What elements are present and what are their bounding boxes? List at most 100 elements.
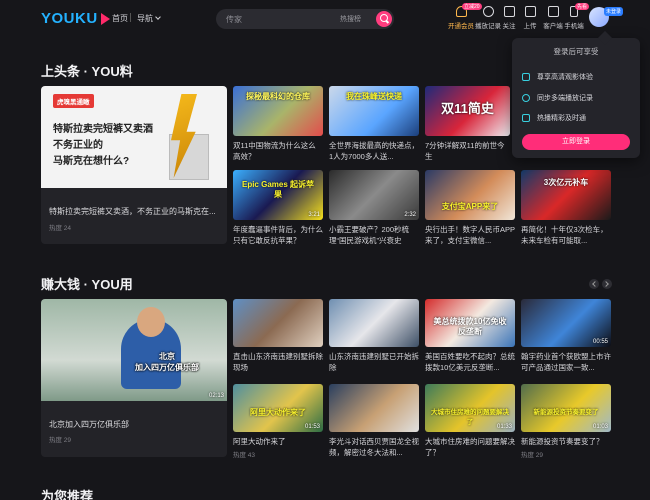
video-title[interactable]: 新能源投资节奏要变了？ <box>521 436 611 447</box>
caption-line: 北京 <box>159 352 175 361</box>
nav-home-link[interactable]: 首页 <box>112 13 128 24</box>
search-input[interactable]: 传家 <box>226 14 242 25</box>
youku-logo[interactable]: YOUKU <box>41 10 110 27</box>
search-bar: 传家 热搜榜 <box>216 9 394 29</box>
video-duration: 02:13 <box>208 393 224 399</box>
video-duration: 01:33 <box>496 424 512 430</box>
feature-caption: 北京 加入四万亿俱乐部 <box>119 351 215 373</box>
video-card[interactable]: 阿里大动作来了 01:53 阿里大动作来了 热度 43 <box>233 384 323 459</box>
popover-item: 同步多端播放记录 <box>522 93 593 103</box>
video-title[interactable]: 7分钟详解双11的前世今生 <box>425 140 510 162</box>
sync-icon <box>522 94 530 102</box>
popover-item-label: 尊享高清观影体验 <box>537 74 593 81</box>
video-thumbnail: 2:32 <box>329 170 419 220</box>
video-thumbnail: 00:55 <box>521 299 611 347</box>
login-popover: 登录后可享受 尊享高清观影体验 同步多端播放记录 热播精彩及时通 立即登录 <box>512 38 640 158</box>
section-title-finance[interactable]: 赚大钱 · YOU用 <box>41 274 133 293</box>
video-thumbnail: 美总统拨款10亿免收反垄断 <box>425 299 515 347</box>
section-title-recommended[interactable]: 为您推荐 <box>41 486 93 500</box>
video-title[interactable]: 双11中国物流为什么这么高效？ <box>233 140 323 162</box>
mobile-label: 手机端 <box>564 23 584 30</box>
feature-heat: 热度 29 <box>49 437 72 444</box>
video-card[interactable]: 3次亿元补车 再简化！十年仅3次检车，未来车检有可能取... <box>521 170 611 246</box>
video-title[interactable]: 直击山东济南违建别墅拆除现场 <box>233 351 323 373</box>
thumbnail-caption: 3次亿元补车 <box>543 178 589 187</box>
video-card[interactable]: 2:32 小霸王要破产？200秒梳理“国民游戏机”兴衰史 <box>329 170 419 246</box>
video-title[interactable]: 大城市住房难的问题要解决了？ <box>425 436 515 458</box>
video-card[interactable]: 美总统拨款10亿免收反垄断 美国百姓要吃不起肉？总统拨款10亿美元反垄断... <box>425 299 515 373</box>
video-title[interactable]: 小霸王要破产？200秒梳理“国民游戏机”兴衰史 <box>329 224 419 246</box>
search-icon[interactable] <box>376 11 392 27</box>
clock-icon <box>482 6 494 17</box>
chevron-left-icon[interactable] <box>589 279 599 289</box>
video-card[interactable]: 直击山东济南违建别墅拆除现场 <box>233 299 323 373</box>
nav-guide-menu[interactable]: 导航 <box>137 13 161 24</box>
popover-item-label: 热播精彩及时通 <box>537 115 586 122</box>
feature-title[interactable]: 北京加入四万亿俱乐部 <box>49 419 129 430</box>
video-title[interactable]: 再简化！十年仅3次检车，未来车检有可能取... <box>521 224 611 246</box>
thumbnail-caption: 双11简史 <box>441 101 494 116</box>
video-card[interactable]: Epic Games 起诉苹果 3:21 年度蠢逼事件背后，为什么只有它敢反抗苹果… <box>233 170 323 246</box>
video-title[interactable]: 美国百姓要吃不起肉？总统拨款10亿美元反垄断... <box>425 351 515 373</box>
thumbnail-caption: Epic Games 起诉苹果 <box>241 180 315 199</box>
video-thumbnail: 我在珠峰送快递 <box>329 86 419 136</box>
vip-label: 开通会员 <box>448 23 474 30</box>
headline-line: 不务正业的 <box>53 140 103 151</box>
feature-card[interactable]: 虎嗅黑通瞰 特斯拉卖完短裤又卖酒 不务正业的 马斯克在想什么? 特斯拉卖完短裤又… <box>41 86 227 244</box>
video-thumbnail <box>329 299 419 347</box>
video-title[interactable]: 李光斗对话西贝贾国龙全视频，解密过冬大法和... <box>329 436 419 458</box>
hot-search-link[interactable]: 热搜榜 <box>340 14 361 24</box>
video-duration: 3:21 <box>308 212 320 218</box>
popover-item: 尊享高清观影体验 <box>522 72 593 82</box>
popover-item-label: 同步多端播放记录 <box>537 95 593 102</box>
video-title[interactable]: 全世界海拔最高的快递点，1人为7000多人送... <box>329 140 419 162</box>
video-duration: 01:03 <box>592 424 608 430</box>
feature-title[interactable]: 特斯拉卖完短裤又卖酒，不务正业的马斯克在... <box>49 206 216 217</box>
mobile-badge: 先看 <box>575 3 590 10</box>
video-card[interactable]: 00:55 翰宇药业首个获欧盟上市许可产品通过国家一致... <box>521 299 611 373</box>
feature-heat: 热度 24 <box>49 225 72 232</box>
video-card[interactable]: 双11简史 7分钟详解双11的前世今生 <box>425 86 510 162</box>
person-head <box>137 307 165 337</box>
section-title-headlines[interactable]: 上头条 · YOU料 <box>41 61 133 80</box>
video-duration: 2:32 <box>404 212 416 218</box>
video-title[interactable]: 年度蠢逼事件背后，为什么只有它敢反抗苹果？ <box>233 224 323 246</box>
popover-item: 热播精彩及时通 <box>522 113 586 123</box>
mobile-button[interactable]: 手机端 先看 <box>560 3 590 30</box>
nav-guide-label: 导航 <box>137 14 153 23</box>
feature-card[interactable]: 北京 加入四万亿俱乐部 02:13 北京加入四万亿俱乐部 热度 29 <box>41 299 227 457</box>
video-title[interactable]: 央行出手！数字人民币APP来了，支付宝微信... <box>425 224 515 246</box>
video-title[interactable]: 山东济南违建别墅已开始拆除 <box>329 351 419 373</box>
video-card[interactable]: 李光斗对话西贝贾国龙全视频，解密过冬大法和... <box>329 384 419 458</box>
feature-headline: 特斯拉卖完短裤又卖酒 不务正业的 马斯克在想什么? <box>53 122 153 170</box>
hd-icon <box>522 73 530 81</box>
video-card[interactable]: 探秘最科幻的仓库 双11中国物流为什么这么高效？ <box>233 86 323 162</box>
thumbnail-caption: 探秘最科幻的仓库 <box>246 92 310 101</box>
vip-button[interactable]: 开通会员 立减20 <box>447 3 482 30</box>
video-title[interactable]: 翰宇药业首个获欧盟上市许可产品通过国家一致... <box>521 351 611 373</box>
chevron-right-icon[interactable] <box>602 279 612 289</box>
top-navbar: YOUKU 首页 导航 传家 热搜榜 开通会员 立减20 播放记录 关注 上传 <box>0 0 650 38</box>
video-thumbnail: 双11简史 <box>425 86 510 136</box>
video-thumbnail: Epic Games 起诉苹果 3:21 <box>233 170 323 220</box>
video-card[interactable]: 我在珠峰送快递 全世界海拔最高的快递点，1人为7000多人送... <box>329 86 419 162</box>
video-thumbnail: 阿里大动作来了 01:53 <box>233 384 323 432</box>
video-thumbnail <box>233 299 323 347</box>
video-card[interactable]: 山东济南违建别墅已开始拆除 <box>329 299 419 373</box>
video-thumbnail <box>329 384 419 432</box>
upload-icon <box>524 6 536 17</box>
video-thumbnail: 新能源投资节奏要变了 01:03 <box>521 384 611 432</box>
video-card[interactable]: 大城市住房难的问题要解决了 01:33 大城市住房难的问题要解决了？ <box>425 384 515 458</box>
video-duration: 00:55 <box>592 339 608 345</box>
brand-tag: 虎嗅黑通瞰 <box>53 94 94 108</box>
video-title[interactable]: 阿里大动作来了 <box>233 436 323 447</box>
headline-line: 马斯克在想什么? <box>53 156 130 167</box>
headline-line: 特斯拉卖完短裤又卖酒 <box>53 124 153 135</box>
logo-play-icon <box>100 12 110 25</box>
login-button[interactable]: 立即登录 <box>522 134 630 150</box>
video-thumbnail: 探秘最科幻的仓库 <box>233 86 323 136</box>
thumbnail-caption: 新能源投资节奏要变了 <box>533 409 599 416</box>
page: YOUKU 首页 导航 传家 热搜榜 开通会员 立减20 播放记录 关注 上传 <box>0 0 650 500</box>
video-card[interactable]: 支付宝APP来了 央行出手！数字人民币APP来了，支付宝微信... <box>425 170 515 246</box>
video-card[interactable]: 新能源投资节奏要变了 01:03 新能源投资节奏要变了？ 热度 29 <box>521 384 611 459</box>
